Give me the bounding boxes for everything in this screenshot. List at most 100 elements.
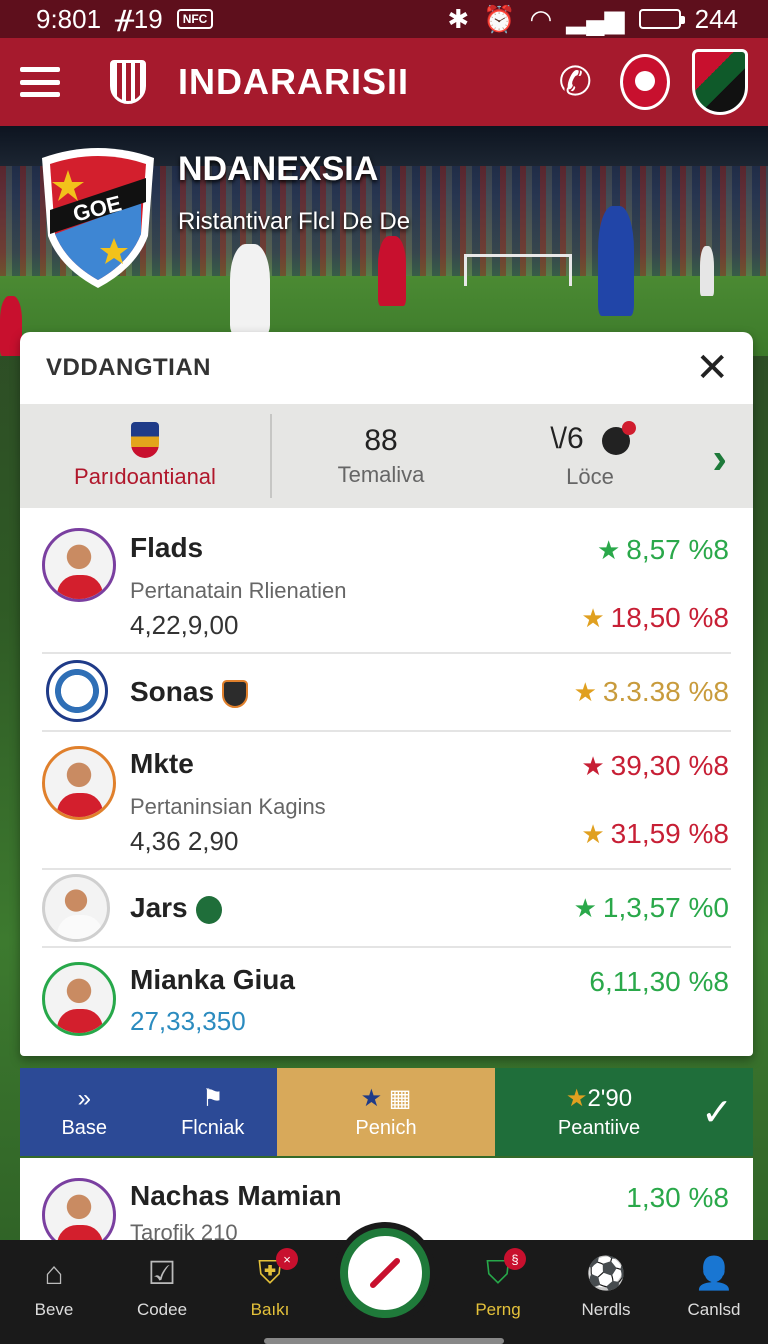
- player-amount: 4,22,9,00: [130, 610, 239, 640]
- nav-label: Codee: [136, 1300, 188, 1319]
- nav-home[interactable]: ⌂ Beve: [4, 1254, 104, 1320]
- nav-codee[interactable]: ☑ Codee: [112, 1254, 212, 1320]
- player-figure: [230, 244, 270, 334]
- player-avatar: [42, 962, 116, 1036]
- card-title: VDDANGTIAN: [46, 354, 211, 381]
- home-icon: ⌂: [44, 1254, 64, 1291]
- player-avatar: [42, 874, 110, 942]
- player-figure: [378, 236, 406, 306]
- check-icon[interactable]: ✓: [701, 1090, 733, 1135]
- star-shield-icon: ★ ▦: [360, 1085, 412, 1112]
- center-action-button[interactable]: [340, 1228, 430, 1318]
- list-item[interactable]: Mianka Giua 27,33,350 6,11,30 %8: [42, 948, 731, 1054]
- stat-total[interactable]: 88 Temaliva: [270, 414, 490, 498]
- hero-title: NDANEXSIA: [178, 150, 379, 188]
- battery-icon: [638, 9, 685, 29]
- nav-label: Nerdls: [581, 1300, 631, 1319]
- list-item[interactable]: Sonas ★ 3.3.38 %8: [42, 654, 731, 732]
- notification-badge: §: [504, 1248, 526, 1270]
- list-item[interactable]: Mkte Pertaninsian Kagins 4,36 2,90 ★ 39,3…: [42, 732, 731, 870]
- phone-icon[interactable]: ✆: [558, 59, 592, 105]
- base-button[interactable]: » Base: [29, 1084, 140, 1140]
- chevrons-icon: »: [77, 1084, 91, 1112]
- peantiive-top: ★2'90: [565, 1085, 633, 1112]
- nav-canlsd[interactable]: 👤 Canlsd: [664, 1254, 764, 1320]
- ball-icon: ⚽: [586, 1255, 626, 1291]
- star-icon: ★: [581, 603, 605, 633]
- mini-crest-icon: [131, 422, 159, 458]
- player-amount: 4,36 2,90: [130, 826, 239, 856]
- team-crest-icon[interactable]: [692, 49, 748, 115]
- player-avatar: [42, 528, 116, 602]
- flag-icon: ⚑: [201, 1085, 224, 1112]
- row-value-primary: ★ 1,3,57 %0: [573, 892, 729, 923]
- notification-badge: ×: [276, 1248, 298, 1270]
- alarm-icon: ⏰: [483, 3, 516, 34]
- user-icon: 👤: [694, 1255, 734, 1291]
- hero-subtitle: Ristantivar Flcl De De: [178, 208, 411, 235]
- star-icon: ★: [573, 893, 597, 923]
- player-figure: [700, 246, 714, 296]
- settings-gear-icon[interactable]: [601, 421, 636, 455]
- stat-participation[interactable]: Parıdoantianal: [20, 422, 270, 490]
- stat-location[interactable]: \/6 Löce: [490, 421, 690, 490]
- star-icon: ★: [581, 751, 605, 781]
- flcniak-button[interactable]: ⚑ Flcniak: [157, 1084, 268, 1140]
- flcniak-label: Flcniak: [181, 1117, 245, 1139]
- player-detail: Pertanatain Rlienatien: [130, 578, 347, 603]
- status-bar: 9:801 ᚌ19 NFC ✱ ⏰ ◠ ▂▄▆ 244: [0, 0, 768, 38]
- action-bar: » Base ⚑ Flcniak ★ ▦ Penich ★2'90 Peanti…: [20, 1068, 753, 1156]
- nfc-icon: NFC: [176, 9, 214, 29]
- club-shield-icon: [222, 679, 249, 708]
- bluetooth-icon: ✱: [447, 3, 470, 34]
- shield-logo-icon: [110, 60, 146, 104]
- nav-baiki[interactable]: ⛨ × Baıkı: [220, 1248, 320, 1320]
- signal-icon: ▂▄▆: [566, 3, 625, 34]
- club-badge-icon[interactable]: [620, 54, 670, 110]
- base-label: Base: [61, 1116, 108, 1139]
- menu-icon[interactable]: [20, 67, 60, 97]
- nav-label: Canlsd: [687, 1300, 741, 1319]
- player-name: Mianka Giua: [130, 964, 295, 995]
- player-name: Nachas Mamian: [130, 1180, 342, 1211]
- player-amount: 27,33,350: [130, 1006, 246, 1036]
- battery-level: 244: [694, 3, 738, 34]
- chevron-right-icon[interactable]: ›: [712, 434, 727, 484]
- list-item[interactable]: Jars ★ 1,3,57 %0: [42, 870, 731, 948]
- player-avatar: [42, 746, 116, 820]
- penich-button[interactable]: ★ ▦ Penich: [277, 1068, 495, 1156]
- player-name: Jars: [130, 892, 222, 924]
- goal-post: [464, 254, 572, 286]
- player-figure: [0, 296, 22, 356]
- close-icon[interactable]: ✕: [695, 348, 729, 388]
- peantiive-label: Peantiive: [557, 1117, 641, 1139]
- penich-label: Penich: [355, 1117, 417, 1139]
- app-screen: 9:801 ᚌ19 NFC ✱ ⏰ ◠ ▂▄▆ 244 INDARARISII …: [0, 0, 768, 1344]
- status-time: 9:801: [36, 3, 102, 34]
- row-value-secondary: ★ 31,59 %8: [581, 818, 729, 849]
- peantiive-button[interactable]: ★2'90 Peantiive ✓: [495, 1068, 753, 1156]
- status-icons-left: ᚌ19: [115, 3, 163, 34]
- nav-label: Perng: [475, 1300, 521, 1319]
- chart-icon: ☑: [147, 1255, 177, 1291]
- row-value-primary: ★ 39,30 %8: [581, 750, 729, 781]
- row-value-primary: ★ 8,57 %8: [596, 534, 729, 565]
- stat-right-label: Löce: [566, 464, 614, 489]
- nav-label: Beve: [34, 1300, 74, 1319]
- nav-nerdls[interactable]: ⚽ Nerdls: [556, 1254, 656, 1320]
- star-icon: ★: [596, 535, 621, 565]
- player-name: Sonas: [130, 676, 249, 708]
- team-crest-logo: GOE: [42, 148, 154, 288]
- list-item[interactable]: Flads Pertanatain Rlienatien 4,22,9,00 ★…: [42, 508, 731, 654]
- player-figure: [598, 206, 634, 316]
- app-title: INDARARISII: [178, 61, 410, 102]
- nav-perng[interactable]: ⛉ § Perng: [448, 1248, 548, 1320]
- nav-label: Baıkı: [250, 1300, 290, 1319]
- player-name: Flads: [130, 532, 204, 563]
- player-name: Mkte: [130, 748, 194, 779]
- club-logo-icon: [46, 660, 108, 722]
- row-value-secondary: ★ 18,50 %8: [581, 602, 729, 633]
- home-indicator: [264, 1338, 504, 1344]
- ranking-card: VDDANGTIAN ✕ Parıdoantianal 88 Temaliva …: [20, 332, 753, 1056]
- action-group-base: » Base ⚑ Flcniak: [20, 1068, 277, 1156]
